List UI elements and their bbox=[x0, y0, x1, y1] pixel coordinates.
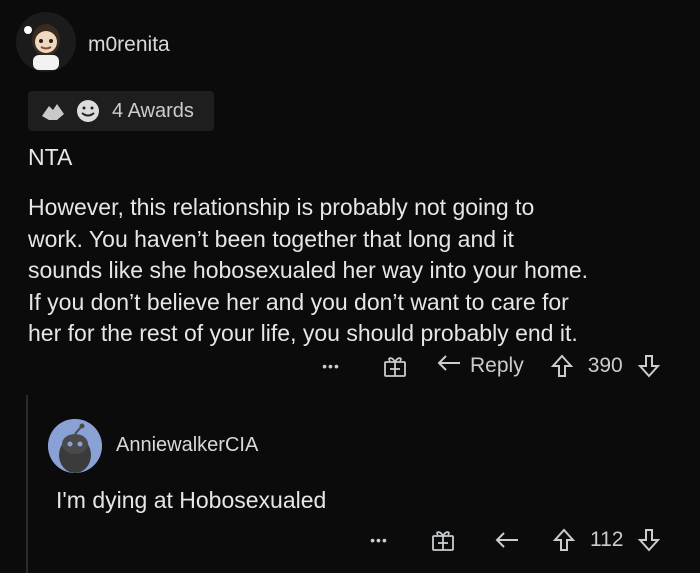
reply-label: Reply bbox=[470, 354, 524, 377]
more-icon[interactable]: ••• bbox=[362, 532, 396, 548]
thread-line[interactable] bbox=[26, 395, 28, 573]
comment-body: However, this relationship is probably n… bbox=[28, 192, 588, 350]
reply-text: I'm dying at Hobosexualed bbox=[56, 487, 327, 513]
more-icon[interactable]: ••• bbox=[314, 358, 348, 374]
downvote-icon[interactable] bbox=[637, 353, 661, 379]
upvote-icon[interactable] bbox=[552, 527, 576, 553]
reply-actions: ••• 112 bbox=[362, 527, 661, 553]
avatar[interactable] bbox=[16, 12, 76, 72]
gift-icon[interactable] bbox=[430, 527, 456, 553]
reply-avatar[interactable] bbox=[48, 419, 102, 473]
reply-arrow-icon bbox=[436, 352, 462, 380]
upvote-icon[interactable] bbox=[550, 353, 574, 379]
reply-button[interactable]: Reply bbox=[436, 352, 524, 380]
comment-line: sounds like she hobosexualed her way int… bbox=[28, 257, 589, 283]
awards-label: 4 Awards bbox=[112, 99, 194, 122]
award-icon-smile bbox=[76, 99, 100, 123]
reply-score: 112 bbox=[590, 528, 624, 551]
reply-username[interactable]: AnniewalkerCIA bbox=[116, 434, 258, 457]
comment-score: 390 bbox=[587, 354, 623, 377]
comment-line: If you don’t believe her and you don’t w… bbox=[28, 288, 569, 315]
gift-icon[interactable] bbox=[382, 353, 408, 379]
comment-line: However, this relationship is probably n… bbox=[28, 194, 535, 220]
awards-badge[interactable]: 4 Awards bbox=[28, 91, 214, 131]
comment-actions: ••• Reply 390 bbox=[314, 352, 661, 380]
comment-line: work. You haven’t been together that lon… bbox=[28, 225, 514, 252]
comment-username[interactable]: m0renita bbox=[88, 33, 170, 57]
reply-arrow-icon[interactable] bbox=[494, 529, 520, 551]
downvote-icon[interactable] bbox=[637, 527, 661, 553]
comment-line: her for the rest of your life, you shoul… bbox=[28, 320, 578, 346]
comment-title: NTA bbox=[28, 144, 73, 170]
award-icon-hands bbox=[40, 100, 66, 122]
